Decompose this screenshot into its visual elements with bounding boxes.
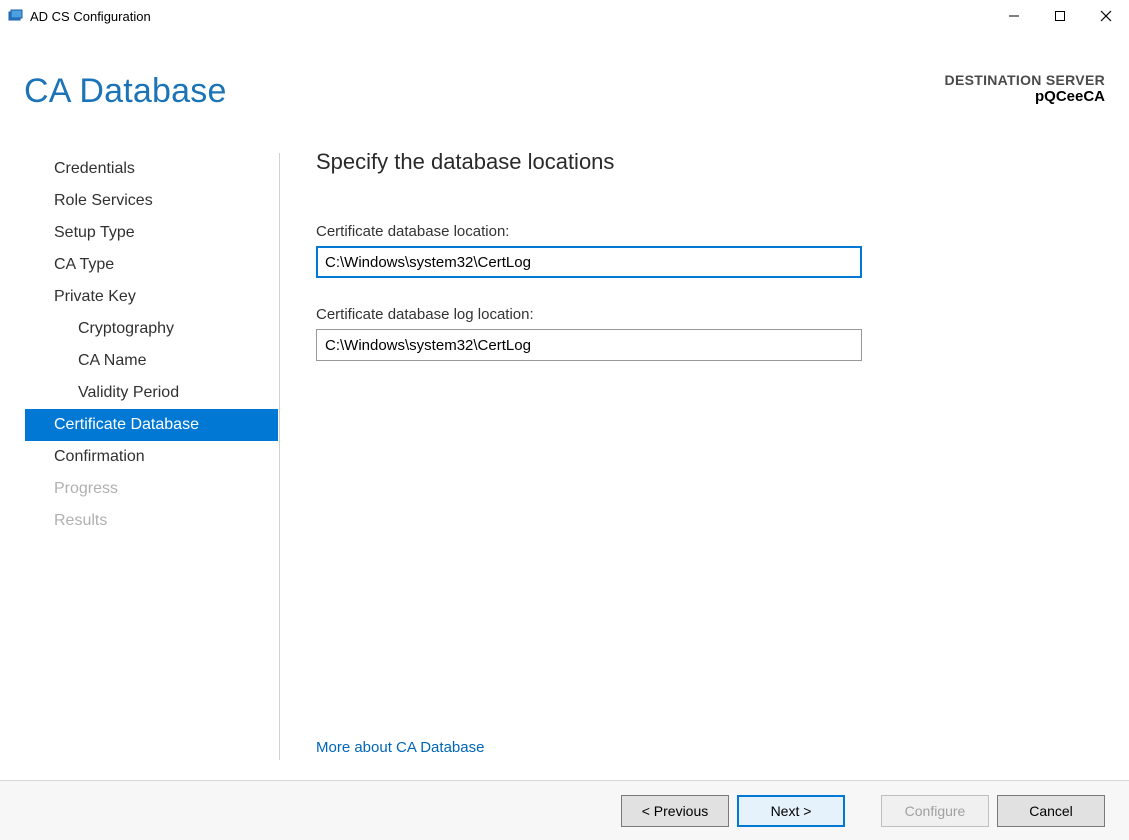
wizard-main: Specify the database locations Certifica…: [280, 143, 1129, 780]
app-icon: [8, 8, 24, 24]
sidebar-item-ca-type[interactable]: CA Type: [0, 249, 280, 281]
sidebar-item-ca-name[interactable]: CA Name: [0, 345, 280, 377]
sidebar-item-setup-type[interactable]: Setup Type: [0, 217, 280, 249]
minimize-button[interactable]: [991, 0, 1037, 32]
help-link[interactable]: More about CA Database: [316, 739, 1089, 756]
main-heading: Specify the database locations: [316, 149, 1089, 175]
destination-server-value: pQCeeCA: [945, 88, 1105, 105]
sidebar-item-certificate-database[interactable]: Certificate Database: [25, 409, 278, 441]
window-title: AD CS Configuration: [30, 9, 991, 24]
db-log-location-label: Certificate database log location:: [316, 306, 1089, 323]
wizard-sidebar: CredentialsRole ServicesSetup TypeCA Typ…: [0, 143, 280, 780]
sidebar-item-cryptography[interactable]: Cryptography: [0, 313, 280, 345]
next-button[interactable]: Next >: [737, 795, 845, 827]
sidebar-item-results: Results: [0, 505, 280, 537]
sidebar-item-role-services[interactable]: Role Services: [0, 185, 280, 217]
configure-button[interactable]: Configure: [881, 795, 989, 827]
maximize-button[interactable]: [1037, 0, 1083, 32]
cancel-button[interactable]: Cancel: [997, 795, 1105, 827]
db-log-location-input[interactable]: [316, 329, 862, 361]
destination-server-label: DESTINATION SERVER: [945, 72, 1105, 88]
sidebar-item-progress: Progress: [0, 473, 280, 505]
db-location-input[interactable]: [316, 246, 862, 278]
wizard-footer: < Previous Next > Configure Cancel: [0, 780, 1129, 840]
sidebar-item-confirmation[interactable]: Confirmation: [0, 441, 280, 473]
db-location-label: Certificate database location:: [316, 223, 1089, 240]
page-title: CA Database: [24, 72, 227, 111]
close-button[interactable]: [1083, 0, 1129, 32]
previous-button[interactable]: < Previous: [621, 795, 729, 827]
title-bar: AD CS Configuration: [0, 0, 1129, 32]
sidebar-item-private-key[interactable]: Private Key: [0, 281, 280, 313]
sidebar-divider: [279, 153, 280, 760]
sidebar-item-validity-period[interactable]: Validity Period: [0, 377, 280, 409]
wizard-header: CA Database DESTINATION SERVER pQCeeCA: [0, 32, 1129, 129]
sidebar-item-credentials[interactable]: Credentials: [0, 153, 280, 185]
